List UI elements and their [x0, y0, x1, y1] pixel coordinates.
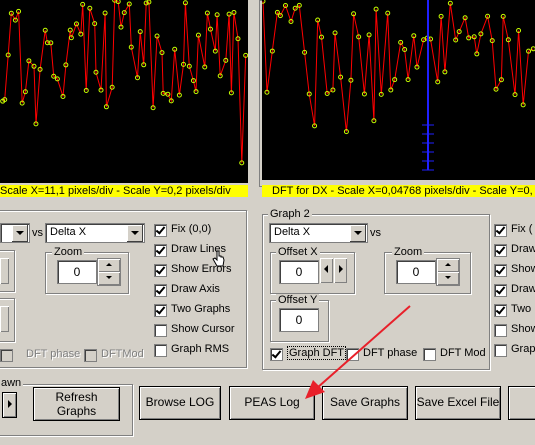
graph1-option-checkbox-label: Draw Axis — [171, 283, 220, 295]
graph2-y-combo-value: Delta X — [274, 226, 311, 238]
graph1-offset-y-spin[interactable] — [0, 306, 9, 332]
graph2-dft-mod-label: DFT Mod — [440, 347, 486, 359]
checkbox-box[interactable] — [154, 344, 167, 357]
mouse-cursor-icon — [212, 250, 225, 267]
graph2-vs-label: vs — [370, 227, 381, 239]
browse-log-label: Browse LOG — [145, 395, 215, 409]
graph1-offset-x-spin[interactable] — [0, 258, 9, 284]
annotation-arrow-icon — [305, 305, 411, 399]
checkbox-box[interactable] — [494, 224, 507, 237]
series-line — [2, 0, 247, 163]
refresh-graphs-button[interactable]: Refresh Graphs — [33, 387, 120, 421]
graph2-option-checkbox-label: Two — [511, 303, 532, 315]
graph2-option-checkbox-label: Grap — [511, 343, 535, 355]
graph2-zoom-field[interactable]: 0 — [396, 260, 436, 284]
checkbox-box[interactable] — [423, 348, 436, 361]
graph2-option-checkbox-label: Draw — [511, 283, 535, 295]
checkbox-box[interactable] — [154, 224, 167, 237]
graph1-zoom-field[interactable]: 0 — [57, 260, 97, 284]
graph2-option-checkbox-label: Draw — [511, 243, 535, 255]
graph2-zoom-spinner[interactable] — [436, 258, 460, 286]
checkbox-box[interactable] — [494, 344, 507, 357]
checkbox-box[interactable] — [84, 349, 97, 362]
save-excel-file-button[interactable]: Save Excel File — [415, 386, 501, 420]
left-graph-canvas — [0, 0, 248, 166]
right-graph-caption: DFT for DX - Scale X=0,04768 pixels/div … — [262, 185, 535, 197]
checkbox-box[interactable] — [154, 244, 167, 257]
browse-log-button[interactable]: Browse LOG — [139, 386, 221, 420]
checkbox-box[interactable] — [0, 349, 13, 362]
graph1-zoom-spinner[interactable] — [97, 258, 121, 286]
graph2-group-title: Graph 2 — [268, 208, 312, 220]
refresh-graphs-line2: Graphs — [56, 404, 97, 418]
graph1-zoom-title: Zoom — [52, 246, 85, 258]
checkbox-box[interactable] — [494, 244, 507, 257]
graph1-vs-label: vs — [32, 227, 43, 239]
graph2-offset-x-value: 0 — [295, 265, 303, 279]
extra-button[interactable] — [508, 386, 535, 420]
graph2-y-combo[interactable]: Delta X — [269, 223, 368, 243]
draw-group-title: awn — [0, 377, 24, 389]
graph2-offset-x-field[interactable]: 0 — [279, 260, 319, 284]
right-graph-plot — [262, 0, 535, 180]
graph1-y-combo[interactable] — [0, 223, 30, 243]
left-graph-plot — [0, 0, 248, 183]
graph1-option-checkbox-label: Two Graphs — [171, 303, 231, 315]
checkbox-box[interactable] — [494, 284, 507, 297]
graph1-dft-mod-label: DFTMod — [101, 348, 144, 360]
graph1-option-checkbox-label: Fix (0,0) — [171, 223, 212, 235]
chevron-down-icon[interactable] — [12, 225, 28, 242]
series-line — [262, 1, 534, 132]
graph2-zoom-value: 0 — [412, 265, 420, 279]
right-graph-canvas — [262, 0, 535, 171]
save-excel-file-label: Save Excel File — [416, 395, 500, 409]
graph2-option-checkbox-label: Show — [511, 323, 535, 335]
graph2-offset-x-title: Offset X — [276, 246, 320, 258]
spin-up-icon[interactable] — [437, 259, 459, 272]
checkbox-box[interactable] — [154, 264, 167, 277]
spin-down-icon[interactable] — [98, 272, 120, 285]
graph1-option-checkbox-label: Graph RMS — [171, 343, 230, 355]
checkbox-box[interactable] — [154, 304, 167, 317]
graph2-offset-x-left-button[interactable] — [320, 258, 333, 283]
graph2-option-checkbox-label: Show — [511, 263, 535, 275]
graph1-dft-phase-label: DFT phase — [26, 348, 81, 360]
checkbox-box[interactable] — [494, 324, 507, 337]
graph1-x-combo[interactable]: Delta X — [45, 223, 145, 243]
graph2-option-checkbox-label: Fix ( — [511, 223, 533, 235]
spin-up-icon[interactable] — [98, 259, 120, 272]
graph1-zoom-value: 0 — [73, 265, 81, 279]
checkbox-box[interactable] — [154, 324, 167, 337]
graph2-zoom-title: Zoom — [392, 246, 425, 258]
graph2-offset-x-right-button[interactable] — [334, 258, 347, 283]
refresh-graphs-line1: Refresh — [55, 390, 98, 404]
checkbox-box[interactable] — [154, 284, 167, 297]
graph1-x-combo-value: Delta X — [50, 226, 87, 238]
chevron-down-icon[interactable] — [127, 225, 143, 242]
left-graph-caption: Scale X=11,1 pixels/div - Scale Y=0,2 pi… — [0, 185, 248, 197]
graph1-option-checkbox-label: Show Cursor — [171, 323, 235, 335]
checkbox-box[interactable] — [494, 264, 507, 277]
spin-down-icon[interactable] — [437, 272, 459, 285]
checkbox-box[interactable] — [494, 304, 507, 317]
chevron-down-icon[interactable] — [350, 225, 366, 242]
draw-next-button[interactable] — [2, 392, 17, 418]
checkbox-box[interactable] — [270, 348, 283, 361]
